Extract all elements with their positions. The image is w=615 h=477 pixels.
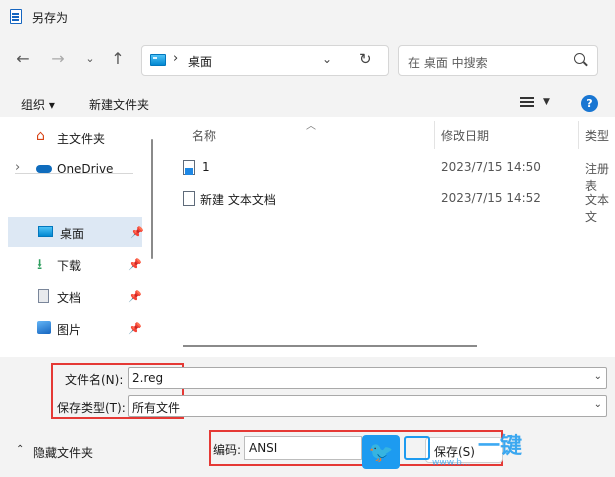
column-divider[interactable] — [578, 121, 579, 149]
column-divider[interactable] — [434, 121, 435, 149]
reg-badge-icon — [185, 168, 193, 175]
watermark-url: www.b... — [432, 458, 471, 468]
nav-item-label: 桌面 — [60, 227, 85, 241]
notepad-icon — [10, 9, 22, 24]
recent-locations-button[interactable]: ⌄ — [80, 49, 100, 71]
nav-item-documents[interactable]: 文档 📌 — [0, 281, 145, 311]
column-modified[interactable]: 修改日期 — [441, 127, 489, 144]
nav-item-label: 图片 — [57, 323, 82, 337]
address-bar[interactable]: › 桌面 ⌄ ↻ — [141, 45, 389, 76]
column-name[interactable]: 名称 — [192, 127, 216, 144]
arrow-up-icon: ↑ — [111, 49, 125, 68]
nav-item-onedrive[interactable]: › OneDrive — [0, 154, 145, 184]
desktop-icon — [38, 226, 53, 237]
nav-item-downloads[interactable]: ⭳ 下载 📌 — [0, 249, 145, 279]
text-file-icon — [183, 191, 195, 206]
picture-icon — [37, 321, 51, 334]
column-type[interactable]: 类型 — [585, 127, 609, 144]
nav-scrollbar[interactable] — [151, 139, 153, 259]
file-type: 文本文 — [585, 193, 610, 224]
file-modified: 2023/7/15 14:52 — [441, 191, 541, 205]
pin-icon[interactable]: 📌 — [130, 226, 144, 239]
filetype-select[interactable]: 所有文件 ⌄ — [128, 395, 607, 417]
filename-input[interactable]: 2.reg ⌄ — [128, 367, 607, 389]
nav-item-home[interactable]: ⌂ 主文件夹 — [0, 122, 145, 152]
nav-item-desktop[interactable]: 桌面 📌 — [5, 217, 144, 247]
back-button[interactable]: ← — [13, 49, 33, 71]
window-title: 另存为 — [32, 11, 69, 25]
chevron-down-icon[interactable]: ⌄ — [594, 371, 602, 382]
filetype-value: 所有文件 — [132, 401, 181, 415]
cloud-icon — [36, 165, 52, 173]
file-row[interactable]: 新建 文本文档 2023/7/15 14:52 文本文 — [175, 186, 615, 224]
forward-button[interactable]: → — [48, 49, 68, 71]
collapse-icon[interactable]: ⌃ — [16, 444, 24, 455]
sort-ascending-icon: ︿ — [306, 121, 316, 132]
arrow-left-icon: ← — [16, 49, 30, 68]
file-modified: 2023/7/15 14:50 — [441, 160, 541, 174]
watermark-text: 一键 — [478, 434, 523, 459]
horizontal-scrollbar[interactable] — [183, 345, 477, 347]
file-name: 1 — [202, 160, 210, 174]
title-bar: 另存为 — [0, 0, 615, 34]
twitter-bird-icon: 🐦 — [362, 435, 400, 469]
view-dropdown-icon[interactable]: ▼ — [543, 97, 550, 107]
up-button[interactable]: ↑ — [108, 49, 128, 71]
filename-value: 2.reg — [132, 371, 164, 385]
encoding-value: ANSI — [249, 441, 278, 455]
watermark-logo-icon — [404, 436, 430, 460]
search-input[interactable]: 在 桌面 中搜索 — [398, 45, 598, 76]
organize-menu[interactable]: 组织 ▾ — [21, 96, 55, 113]
search-placeholder: 在 桌面 中搜索 — [408, 56, 488, 70]
nav-item-label: 文档 — [57, 291, 82, 305]
chevron-down-icon[interactable]: ⌄ — [594, 399, 602, 410]
search-icon — [574, 53, 585, 64]
view-options-icon[interactable] — [520, 97, 534, 108]
encoding-select[interactable]: ANSI — [244, 436, 362, 460]
nav-item-pictures[interactable]: 图片 📌 — [0, 313, 145, 343]
breadcrumb-location[interactable]: 桌面 — [188, 53, 212, 70]
pin-icon[interactable]: 📌 — [128, 322, 142, 335]
refresh-icon[interactable]: ↻ — [359, 50, 372, 68]
help-icon[interactable]: ? — [581, 95, 598, 112]
desktop-icon — [150, 54, 166, 66]
navigation-pane: ⌂ 主文件夹 › OneDrive 桌面 📌 ⭳ 下载 📌 文档 📌 图片 📌 — [0, 117, 148, 357]
new-folder-button[interactable]: 新建文件夹 — [89, 96, 149, 113]
filetype-label: 保存类型(T): — [57, 401, 126, 415]
address-dropdown-icon[interactable]: ⌄ — [322, 52, 332, 66]
download-icon: ⭳ — [37, 255, 43, 273]
pin-icon[interactable]: 📌 — [128, 258, 142, 271]
content-area: ⌂ 主文件夹 › OneDrive 桌面 📌 ⭳ 下载 📌 文档 📌 图片 📌 — [0, 117, 615, 357]
nav-item-label: 主文件夹 — [57, 132, 106, 146]
chevron-down-icon: ⌄ — [85, 52, 95, 65]
hide-folders-button[interactable]: 隐藏文件夹 — [33, 444, 93, 461]
encoding-label: 编码: — [213, 443, 242, 457]
document-icon — [38, 289, 49, 303]
home-icon: ⌂ — [36, 128, 45, 144]
breadcrumb-separator: › — [173, 51, 179, 66]
nav-divider — [15, 173, 133, 174]
filename-label: 文件名(N): — [65, 373, 124, 387]
arrow-right-icon: → — [51, 49, 65, 68]
file-row[interactable]: 1 2023/7/15 14:50 注册表 — [175, 155, 615, 193]
pin-icon[interactable]: 📌 — [128, 290, 142, 303]
nav-item-label: 下载 — [57, 259, 82, 273]
file-name: 新建 文本文档 — [200, 193, 276, 207]
